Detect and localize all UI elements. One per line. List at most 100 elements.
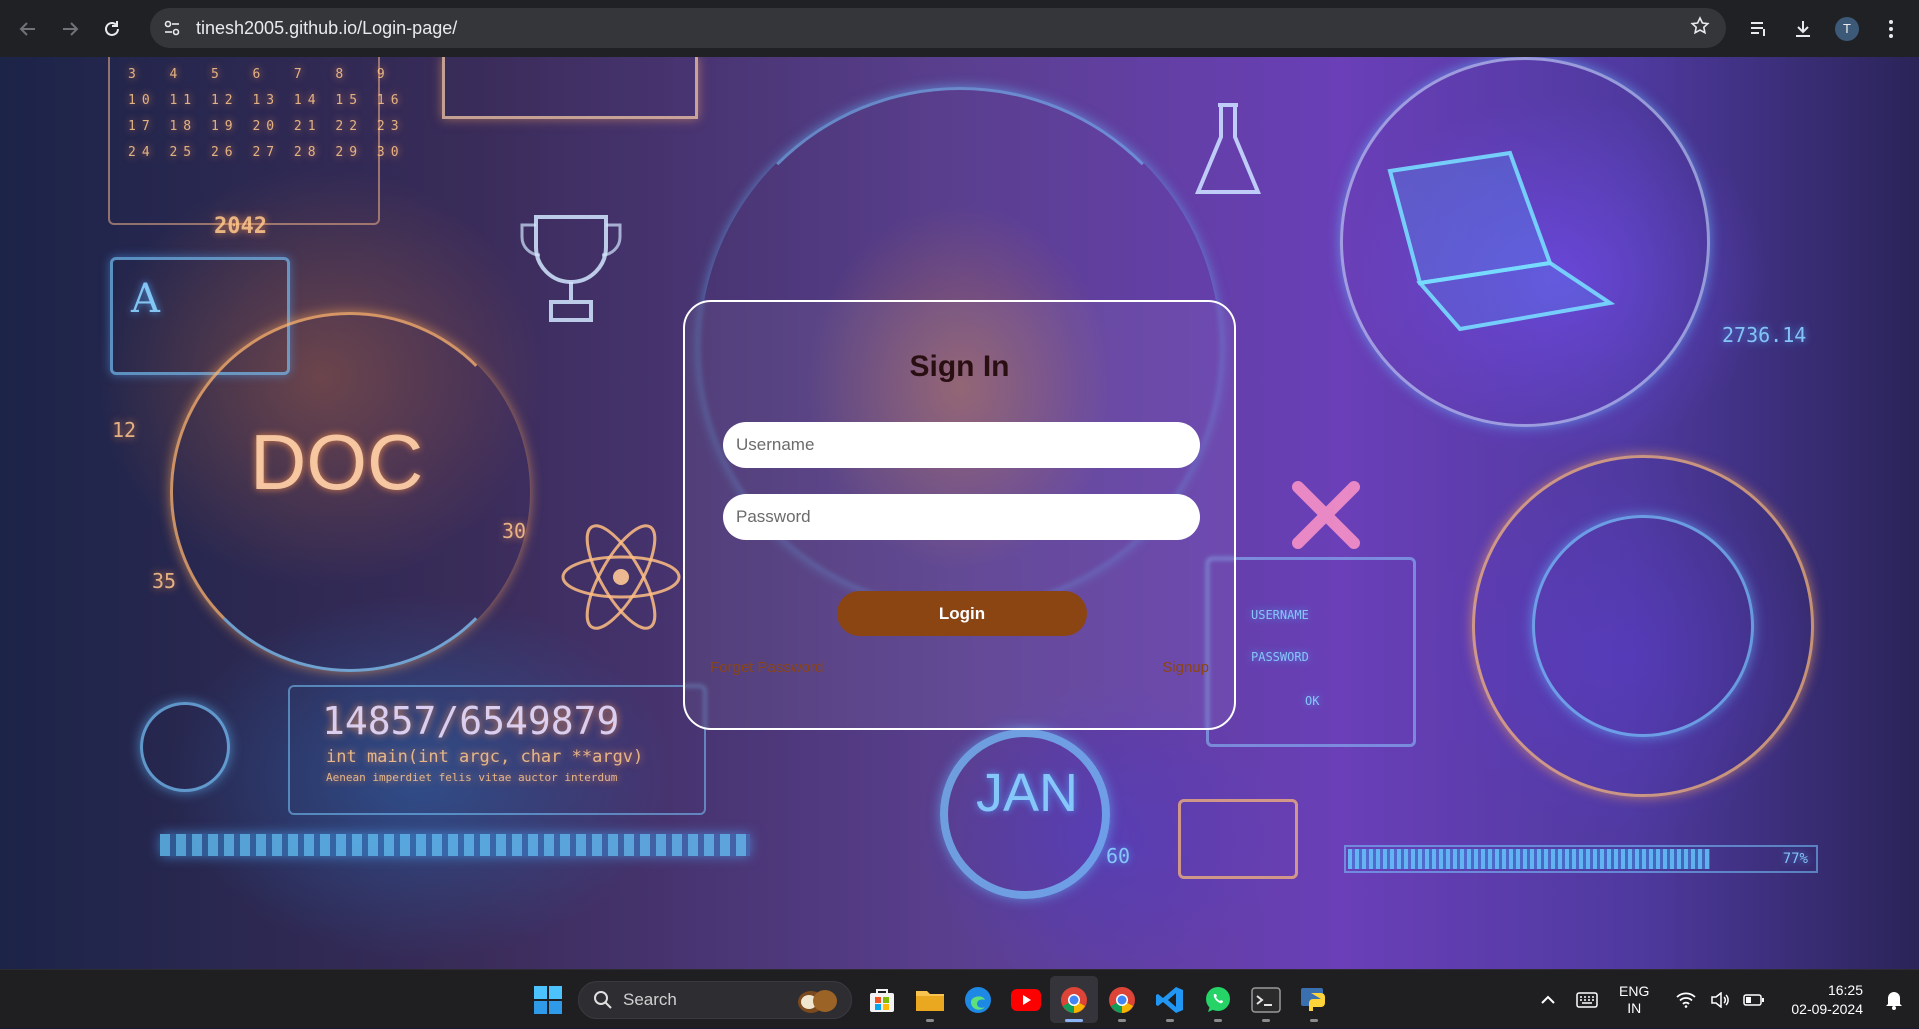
running-indicator xyxy=(1118,1019,1126,1022)
code-subline: Aenean imperdiet felis vitae auctor inte… xyxy=(326,771,618,784)
taskbar-python[interactable] xyxy=(1290,976,1338,1023)
right-progress-label: 77% xyxy=(1782,851,1808,867)
year-label: 2042 xyxy=(214,214,267,239)
close-mark-graphic xyxy=(1292,481,1360,549)
blue-data-bar xyxy=(160,834,750,856)
panel-username-label: USERNAME xyxy=(1251,608,1309,622)
laptop-ring-graphic xyxy=(1340,57,1710,427)
username-input[interactable] xyxy=(723,422,1200,468)
doc-label: DOC xyxy=(250,418,424,506)
login-page-background: 3 4 5 6 7 8 9 10 11 12 13 14 15 16 17 18… xyxy=(0,57,1919,969)
browser-toolbar: tinesh2005.github.io/Login-page/ T xyxy=(0,0,1919,57)
login-button[interactable]: Login xyxy=(837,591,1087,636)
battery-icon[interactable] xyxy=(1737,993,1771,1006)
site-info-icon[interactable] xyxy=(158,14,186,42)
clock-time: 16:25 xyxy=(1827,981,1863,998)
code-line: int main(int argc, char **argv) xyxy=(326,747,644,767)
chrome-icon xyxy=(1061,986,1087,1013)
book-graphic: A xyxy=(110,257,290,375)
taskbar-youtube[interactable] xyxy=(1002,976,1050,1023)
doc-number-35: 35 xyxy=(152,569,177,593)
language-code: ENG xyxy=(1619,982,1650,999)
signup-link[interactable]: Signup xyxy=(1162,659,1209,676)
taskbar-whatsapp[interactable] xyxy=(1194,976,1242,1023)
running-indicator xyxy=(1214,1019,1222,1022)
folder-icon xyxy=(916,990,944,1011)
computers-graphic xyxy=(1178,799,1298,879)
taskbar-chrome-active[interactable] xyxy=(1050,976,1098,1023)
downloads-icon[interactable] xyxy=(1781,7,1825,51)
panel-ok-label: OK xyxy=(1305,694,1320,708)
taskbar-store[interactable] xyxy=(858,976,906,1023)
media-control-icon[interactable] xyxy=(1737,7,1781,51)
forward-button[interactable] xyxy=(56,15,84,43)
tray-overflow-chevron-icon[interactable] xyxy=(1531,995,1565,1005)
doc-number-12: 12 xyxy=(112,418,137,442)
login-card: Sign In Login Forget Password Signup xyxy=(683,300,1236,730)
panel-password-label: PASSWORD xyxy=(1251,650,1309,664)
profile-button[interactable]: T xyxy=(1825,7,1869,51)
windows-logo-icon xyxy=(534,985,562,1014)
running-indicator xyxy=(1065,1019,1083,1022)
language-indicator[interactable]: ENG IN xyxy=(1619,983,1649,1017)
running-indicator xyxy=(1262,1019,1270,1022)
search-icon xyxy=(594,990,612,1009)
volume-icon[interactable] xyxy=(1703,991,1737,1008)
clock-date: 02-09-2024 xyxy=(1791,1000,1863,1017)
toolbar-actions: T xyxy=(1737,0,1919,57)
clock[interactable]: 16:25 02-09-2024 xyxy=(1791,981,1863,1019)
wifi-icon[interactable] xyxy=(1669,992,1703,1008)
url-path: /Login-page/ xyxy=(357,17,458,38)
taskbar-apps: Search xyxy=(524,976,1338,1023)
bookmark-star-icon[interactable] xyxy=(1690,16,1710,42)
edge-icon xyxy=(965,986,991,1013)
start-button[interactable] xyxy=(524,976,572,1023)
laptop-graphic xyxy=(1387,150,1616,331)
calendar-graphic: 3 4 5 6 7 8 9 10 11 12 13 14 15 16 17 18… xyxy=(108,57,399,225)
python-icon xyxy=(1301,987,1325,1011)
doc-ring-graphic xyxy=(170,312,530,672)
back-button[interactable] xyxy=(14,15,42,43)
taskbar-edge[interactable] xyxy=(954,976,1002,1023)
store-icon xyxy=(870,988,894,1012)
atom-graphic xyxy=(561,524,681,630)
system-tray: ENG IN 16:25 02-09-2024 xyxy=(1531,970,1919,1029)
jan-label: JAN xyxy=(976,763,1079,823)
url-host: tinesh2005.github.io xyxy=(196,17,358,38)
calendar-row: 17 18 19 20 21 22 23 xyxy=(128,119,405,134)
arrow-right-icon xyxy=(63,21,79,36)
flask-graphic xyxy=(1194,103,1262,194)
keyboard-icon[interactable] xyxy=(1565,991,1609,1008)
molecule-inner-ring-graphic xyxy=(1532,515,1754,737)
running-indicator xyxy=(926,1019,934,1022)
taskbar-file-explorer[interactable] xyxy=(906,976,954,1023)
taskbar-vscode[interactable] xyxy=(1146,976,1194,1023)
chrome-icon xyxy=(1109,986,1135,1013)
vscode-icon xyxy=(1156,986,1183,1013)
language-region: IN xyxy=(1627,999,1642,1016)
address-bar[interactable]: tinesh2005.github.io/Login-page/ xyxy=(150,8,1726,48)
jan-number: 60 xyxy=(1106,844,1131,868)
reload-button[interactable] xyxy=(98,15,126,43)
taskbar-chrome-profile[interactable] xyxy=(1098,976,1146,1023)
url-text[interactable]: tinesh2005.github.io/Login-page/ xyxy=(196,18,457,39)
notification-bell-icon[interactable] xyxy=(1877,990,1911,1010)
taskbar-search[interactable]: Search xyxy=(578,980,852,1019)
trophy-graphic xyxy=(520,215,622,322)
reload-icon xyxy=(105,20,119,36)
sign-in-title: Sign In xyxy=(909,350,1010,383)
forgot-password-link[interactable]: Forget Password xyxy=(710,659,823,676)
taskbar-terminal[interactable] xyxy=(1242,976,1290,1023)
coconut-icon xyxy=(798,989,837,1013)
building-graphic xyxy=(442,57,698,119)
running-indicator xyxy=(1166,1019,1174,1022)
calendar-row: 24 25 26 27 28 29 30 xyxy=(128,145,405,160)
youtube-icon xyxy=(1011,988,1041,1011)
password-input[interactable] xyxy=(723,494,1200,540)
mini-login-panel-graphic: USERNAME PASSWORD OK xyxy=(1206,557,1416,747)
book-letter: A xyxy=(131,276,160,322)
right-progress-bar: 77% xyxy=(1344,845,1818,873)
calendar-row: 3 4 5 6 7 8 9 xyxy=(128,67,391,82)
running-indicator xyxy=(1310,1019,1318,1022)
menu-kebab-icon[interactable] xyxy=(1869,7,1913,51)
